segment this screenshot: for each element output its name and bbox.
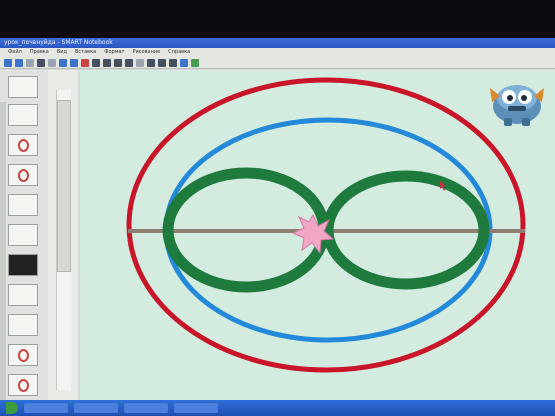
forward-icon[interactable] <box>15 58 23 67</box>
menu-edit[interactable]: Правка <box>30 48 49 57</box>
page-thumbnail[interactable] <box>8 314 38 336</box>
properties-icon[interactable] <box>191 58 199 67</box>
undo-icon[interactable] <box>59 58 67 67</box>
save-icon[interactable] <box>37 58 45 67</box>
page-thumbnail[interactable] <box>8 194 38 216</box>
pen-icon[interactable] <box>125 58 133 67</box>
scroll-thumb[interactable] <box>57 100 71 272</box>
menu-insert[interactable]: Вставка <box>75 48 96 57</box>
fill-icon[interactable] <box>180 58 188 67</box>
menu-view[interactable]: Вид <box>57 48 67 57</box>
sidebar-tabs[interactable] <box>0 102 6 416</box>
windows-taskbar <box>0 400 555 416</box>
select-icon[interactable] <box>114 58 122 67</box>
page-thumbnail[interactable] <box>8 76 38 98</box>
taskbar-button[interactable] <box>24 403 68 413</box>
menu-file[interactable]: Файл <box>8 48 22 57</box>
menu-format[interactable]: Формат <box>104 48 124 57</box>
page-thumbnail[interactable] <box>8 224 38 246</box>
taskbar-button[interactable] <box>174 403 218 413</box>
delete-icon[interactable] <box>81 58 89 67</box>
table-icon[interactable] <box>103 58 111 67</box>
robot-mascot-icon <box>490 85 544 126</box>
page-thumbnail[interactable] <box>8 254 38 276</box>
shape-icon[interactable] <box>158 58 166 67</box>
text-icon[interactable] <box>169 58 177 67</box>
page-icon[interactable] <box>26 58 34 67</box>
page-thumbnail[interactable] <box>8 344 38 366</box>
toolbar <box>0 57 555 69</box>
eraser-icon[interactable] <box>136 58 144 67</box>
page-thumbnail[interactable] <box>8 374 38 396</box>
taskbar-button[interactable] <box>124 403 168 413</box>
menu-help[interactable]: Справка <box>168 48 190 57</box>
line-icon[interactable] <box>147 58 155 67</box>
menu-bar: Файл Правка Вид Вставка Формат Рисование… <box>0 48 555 57</box>
title-bar: урок_почвнуйда - SMART Notebook <box>0 38 555 48</box>
taskbar-button[interactable] <box>74 403 118 413</box>
menu-draw[interactable]: Рисование <box>132 48 160 57</box>
page-thumbnail[interactable] <box>8 164 38 186</box>
window-title: урок_почвнуйда - SMART Notebook <box>4 39 113 46</box>
start-button[interactable] <box>6 402 18 414</box>
page-thumbnail[interactable] <box>8 134 38 156</box>
print-icon[interactable] <box>48 58 56 67</box>
back-icon[interactable] <box>4 58 12 67</box>
page-thumbnail[interactable] <box>8 284 38 306</box>
monitor-screen: урок_почвнуйда - SMART Notebook Файл Пра… <box>0 38 555 416</box>
redo-icon[interactable] <box>70 58 78 67</box>
screen-icon[interactable] <box>92 58 100 67</box>
page-sorter <box>0 70 49 416</box>
page-thumbnail[interactable] <box>8 104 38 126</box>
sorter-scrollbar[interactable] <box>48 70 78 400</box>
